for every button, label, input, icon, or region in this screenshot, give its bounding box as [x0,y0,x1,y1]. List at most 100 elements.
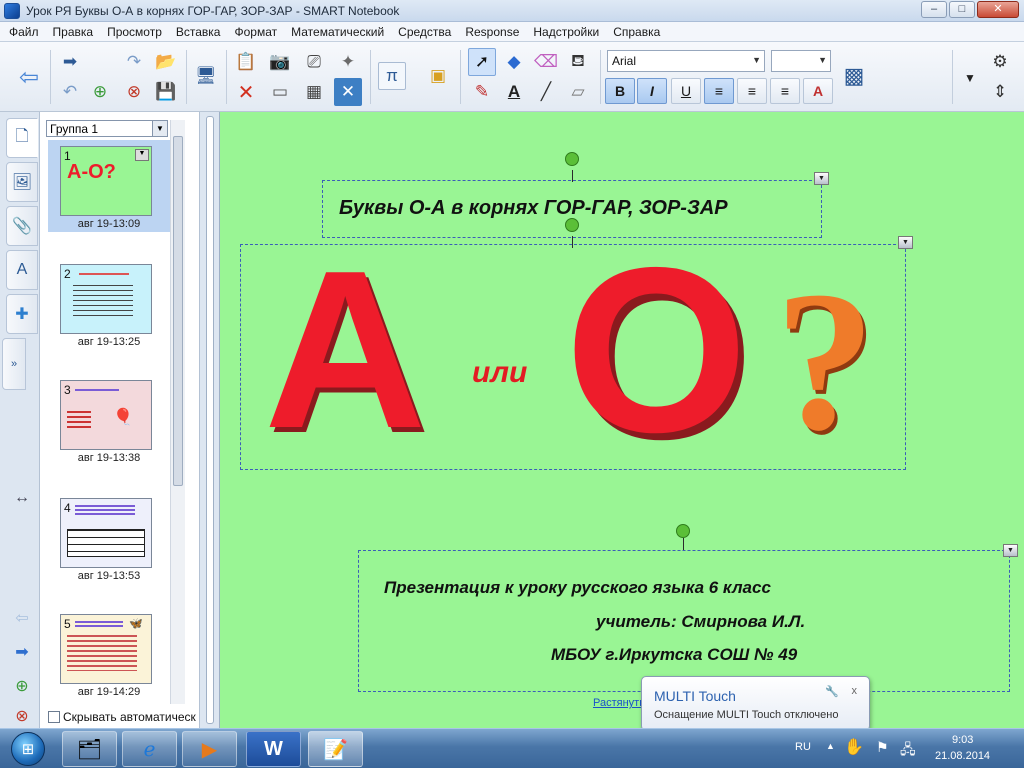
panel-splitter[interactable] [200,112,220,728]
show-hidden-icons-icon[interactable]: ▲ [826,741,835,751]
math-tools-button[interactable]: π [378,62,406,90]
undo-icon[interactable]: ↶ [56,78,84,106]
close-table-icon[interactable]: ✕ [334,78,362,106]
screen-shade-icon[interactable]: ▭ [266,78,294,106]
checkbox-icon[interactable] [48,711,60,723]
align-left-icon[interactable]: ≡ [704,78,734,104]
thumbnail-decoration [75,389,119,391]
text-tool-icon[interactable]: A [500,78,528,106]
toolbar-expand-arrow-icon[interactable]: ▼ [956,64,984,92]
menu-format[interactable]: Формат [227,25,284,39]
multi-touch-notification[interactable]: MULTI Touch 🔧 x Оснащение MULTI Touch от… [641,676,870,731]
menu-math[interactable]: Математический [284,25,391,39]
shapes-tool-icon[interactable]: ◆ [500,48,528,76]
word-icon[interactable]: W [246,731,301,767]
add-page-icon[interactable]: ⊕ [86,78,114,106]
slide-canvas[interactable]: Буквы О-А в корнях ГОР-ГАР, ЗОР-ЗАР ▼ А … [220,112,1024,728]
font-size-dropdown[interactable] [771,50,831,72]
properties-tab-icon[interactable]: A [6,250,38,290]
clock-date[interactable]: 21.08.2014 [935,750,990,762]
next-page-icon[interactable]: ➡ [56,48,84,76]
language-indicator[interactable]: RU [795,741,811,753]
rotate-handle[interactable] [565,152,579,166]
notification-close-button[interactable]: x [852,685,858,697]
bold-button[interactable]: B [605,78,635,104]
page-thumbnail-3[interactable]: 3 🎈 авг 19-13:38 [48,374,170,466]
media-player-icon[interactable]: ▶ [182,731,237,767]
start-button[interactable]: ⊞ [3,730,53,768]
close-button[interactable]: ✕ [977,1,1019,18]
gallery-tab-icon[interactable]: 🖼 [6,162,38,202]
eraser-tool-icon[interactable]: ⌫ [532,48,560,76]
page-sorter-tab-icon[interactable]: 🗋 [6,118,38,158]
properties-color-icon[interactable]: ▩ [840,62,868,90]
scrollbar-thumb[interactable] [173,136,183,486]
page-time: авг 19-13:09 [77,218,141,230]
align-right-icon[interactable]: ≡ [770,78,800,104]
object-menu-icon[interactable]: ▼ [1003,544,1018,557]
menu-file[interactable]: Файл [2,25,46,39]
delete-icon[interactable]: ✕ [232,78,260,106]
page-thumbnail-4[interactable]: 4 авг 19-13:53 [48,492,170,584]
underline-button[interactable]: U [671,78,701,104]
attachments-tab-icon[interactable]: 📎 [6,206,38,246]
rotate-handle[interactable] [676,524,690,538]
align-center-icon[interactable]: ≡ [737,78,767,104]
internet-explorer-icon[interactable]: ℯ [122,731,177,767]
move-toolbar-icon[interactable]: ⇕ [986,78,1014,106]
fill-tool-icon[interactable]: ⛾ [564,48,592,76]
menu-view[interactable]: Просмотр [100,25,169,39]
addons-tab-icon[interactable]: ✚ [6,294,38,334]
previous-page-icon[interactable]: ⇦ [14,62,44,92]
redo-icon[interactable]: ↷ [120,48,148,76]
wrench-icon[interactable]: 🔧 [825,685,839,698]
stretch-link[interactable]: Растянуть [593,697,645,709]
page-thumbnail-1[interactable]: 1 А-О? ▼ авг 19-13:09 [48,140,170,232]
clock-time[interactable]: 9:03 [952,734,973,746]
smart-notebook-task-icon[interactable]: 📝 [308,731,363,767]
display-screen-icon[interactable]: 🖥 [192,62,220,90]
minimize-button[interactable]: – [921,1,947,18]
line-tool-icon[interactable]: ╱ [532,78,560,106]
maximize-button[interactable]: □ [949,1,975,18]
delete-page-icon[interactable]: ⊗ [120,78,148,106]
resize-arrows-icon[interactable]: ↔ [6,478,38,518]
paste-icon[interactable]: 📋 [232,48,260,76]
text-format-icon[interactable]: A [803,78,833,104]
save-icon[interactable]: 💾 [152,78,180,106]
explorer-icon[interactable]: 🗂 [62,731,117,767]
network-icon[interactable]: 🖧 [900,739,916,763]
object-menu-icon[interactable]: ▼ [898,236,913,249]
select-tool-icon[interactable]: ➚ [468,48,496,76]
sorter-scrollbar[interactable] [170,120,185,704]
document-camera-icon[interactable]: ⎚ [300,48,328,76]
splitter-bar[interactable] [206,116,214,724]
screen-capture-icon[interactable]: 📷 [266,48,294,76]
collapse-tabs-icon[interactable]: » [2,338,26,390]
thumbnail-menu-icon[interactable]: ▼ [135,149,149,161]
page-thumbnail-2[interactable]: 2 авг 19-13:25 [48,258,170,350]
chevron-down-icon[interactable]: ▼ [152,121,167,136]
menu-help[interactable]: Справка [606,25,667,39]
response-icon[interactable]: ▣ [424,62,452,90]
full-screen-icon[interactable]: ✦ [334,48,362,76]
autohide-checkbox[interactable]: Скрывать автоматическ [48,710,196,724]
table-icon[interactable]: ▦ [300,78,328,106]
open-file-icon[interactable]: 📂 [152,48,180,76]
menu-edit[interactable]: Правка [46,25,101,39]
action-center-flag-icon[interactable]: ⚑ [876,739,889,756]
smart-notebook-app-icon[interactable] [4,3,20,19]
object-menu-icon[interactable]: ▼ [814,172,829,185]
page-thumbnail-5[interactable]: 5 🦋 авг 19-14:29 [48,608,170,700]
menu-response[interactable]: Response [458,25,526,39]
settings-gear-icon[interactable]: ⚙ [986,48,1014,76]
magic-eraser-icon[interactable]: ▱ [564,78,592,106]
font-family-dropdown[interactable]: Arial [607,50,765,72]
touch-hand-icon[interactable]: ✋ [844,737,864,757]
menu-tools[interactable]: Средства [391,25,458,39]
menu-addons[interactable]: Надстройки [526,25,606,39]
menu-insert[interactable]: Вставка [169,25,228,39]
pens-tool-icon[interactable]: ✎ [468,78,496,106]
group-dropdown[interactable]: Группа 1 ▼ [46,120,168,137]
italic-button[interactable]: I [637,78,667,104]
